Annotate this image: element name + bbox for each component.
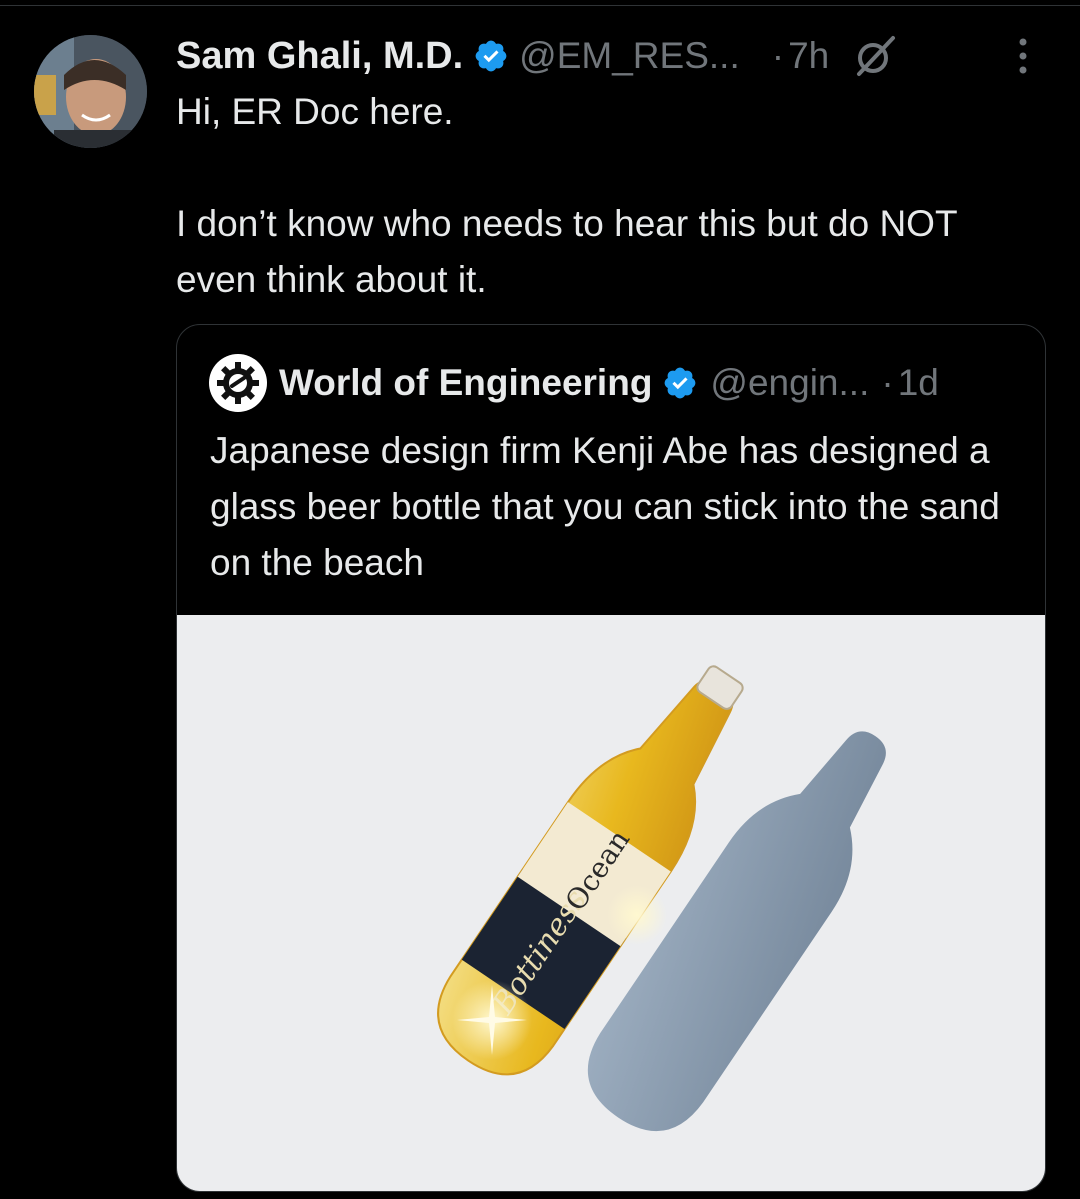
quoted-tweet-text: Japanese design firm Kenji Abe has desig… bbox=[210, 430, 1000, 583]
separator-dot: · bbox=[771, 35, 785, 76]
quoted-tweet-header: World of Engineering @engin... · 1d bbox=[209, 354, 939, 412]
tweet-text: Hi, ER Doc here. I don’t know who needs … bbox=[176, 84, 1036, 308]
gear-logo-icon bbox=[217, 362, 259, 404]
top-divider bbox=[0, 5, 1080, 6]
author-handle[interactable]: @EM_RES... bbox=[519, 35, 740, 77]
quoted-author-handle[interactable]: @engin... bbox=[710, 362, 869, 404]
verified-badge-icon[interactable] bbox=[662, 365, 698, 401]
author-display-name[interactable]: Sam Ghali, M.D. bbox=[176, 35, 463, 78]
quoted-author-avatar[interactable] bbox=[209, 354, 267, 412]
bottle-illustration: Bottiness Ocean bbox=[437, 665, 886, 1131]
quoted-tweet-timestamp[interactable]: 1d bbox=[898, 362, 939, 404]
grok-icon[interactable] bbox=[851, 32, 899, 80]
beer-bottle-photo[interactable]: Bottiness Ocean bbox=[177, 615, 1045, 1191]
tweet-header: Sam Ghali, M.D. @EM_RES... · 7h bbox=[176, 28, 899, 84]
avatar-image bbox=[34, 35, 147, 148]
tweet-text-line: Hi, ER Doc here. bbox=[176, 91, 454, 132]
author-avatar[interactable] bbox=[34, 35, 147, 148]
separator-dot: · bbox=[881, 362, 894, 403]
quoted-tweet-card[interactable]: World of Engineering @engin... · 1d Japa… bbox=[176, 324, 1046, 1192]
verified-badge-icon[interactable] bbox=[473, 38, 509, 74]
more-options-icon[interactable] bbox=[1008, 34, 1038, 78]
quoted-author-display-name[interactable]: World of Engineering bbox=[279, 362, 652, 404]
tweet-timestamp[interactable]: 7h bbox=[788, 35, 829, 77]
tweet-text-line: I don’t know who needs to hear this but … bbox=[176, 203, 957, 300]
